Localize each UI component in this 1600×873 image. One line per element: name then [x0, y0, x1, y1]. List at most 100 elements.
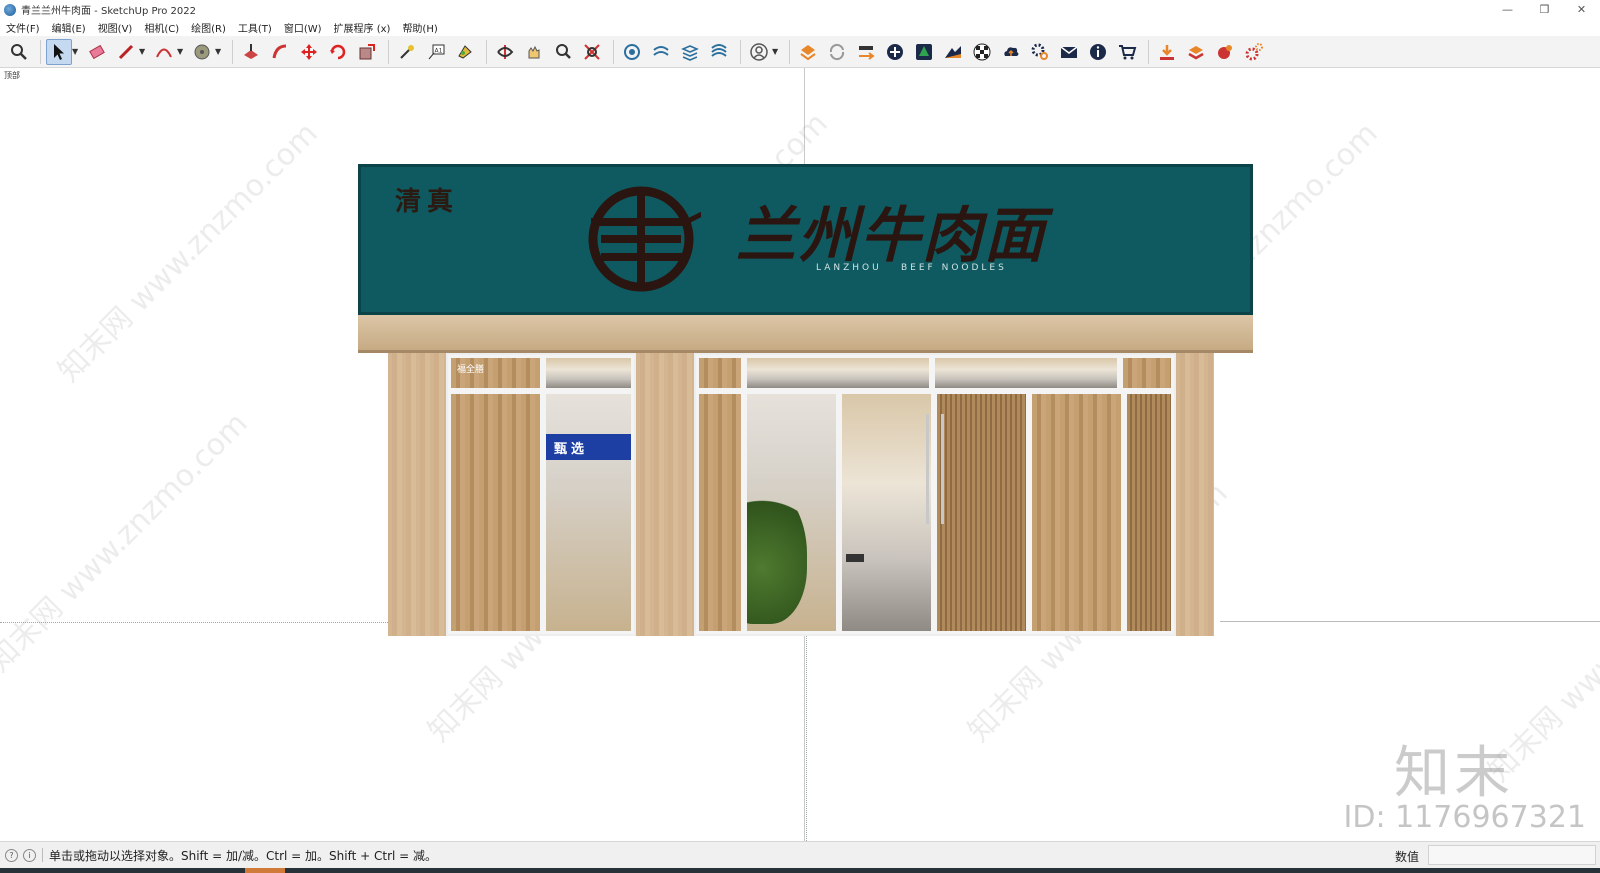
- export-icon[interactable]: [1183, 39, 1209, 65]
- push-pull-icon[interactable]: [238, 39, 264, 65]
- mail-icon[interactable]: [1056, 39, 1082, 65]
- left-glass-window: 福全膳 甄选: [446, 353, 636, 636]
- checker-icon[interactable]: [969, 39, 995, 65]
- info-icon[interactable]: [1085, 39, 1111, 65]
- select-dropdown-icon[interactable]: ▼: [72, 47, 80, 56]
- restore-button[interactable]: ❐: [1526, 0, 1563, 19]
- window-transom: 福全膳: [448, 355, 543, 391]
- zoom-window-icon[interactable]: [579, 39, 605, 65]
- entrance-door-right[interactable]: [934, 391, 1029, 634]
- toolbar-separator: [1148, 39, 1149, 64]
- menu-file[interactable]: 文件(F): [6, 20, 40, 35]
- share-icon[interactable]: [853, 39, 879, 65]
- sketchup-logo-icon: [4, 3, 16, 16]
- menu-extensions[interactable]: 扩展程序 (x): [334, 20, 391, 35]
- door-handle[interactable]: [926, 414, 929, 524]
- pan-icon[interactable]: [521, 39, 547, 65]
- brand-watermark: 知末: [1394, 741, 1514, 806]
- orbit-icon[interactable]: [492, 39, 518, 65]
- arc-dropdown-icon[interactable]: ▼: [177, 47, 185, 56]
- sandbox-icon[interactable]: [619, 39, 645, 65]
- cloud-icon[interactable]: [998, 39, 1024, 65]
- pencil-icon[interactable]: [113, 39, 139, 65]
- watermark-text: 知末网 www.znzmo.com: [0, 405, 255, 679]
- storefront-model[interactable]: 清真 兰州牛肉面 LANZHOU BEEF NOODLES 福全膳 甄选: [358, 164, 1253, 704]
- drape-icon[interactable]: [706, 39, 732, 65]
- zoom-extents-icon[interactable]: [6, 39, 32, 65]
- toolbar-separator: [740, 39, 741, 64]
- tree-icon[interactable]: [911, 39, 937, 65]
- interior-menu-sign: 甄选: [546, 434, 631, 460]
- tape-measure-icon[interactable]: [394, 39, 420, 65]
- select-icon[interactable]: [46, 38, 72, 65]
- door-handle[interactable]: [941, 414, 944, 524]
- measurements-input[interactable]: [1428, 845, 1596, 865]
- watermark-text: 知末网 www.znzmo.com: [51, 115, 325, 389]
- user-icon[interactable]: [746, 39, 772, 65]
- window-pane-lattice: [1124, 391, 1174, 634]
- arc-icon[interactable]: [151, 39, 177, 65]
- menu-window[interactable]: 窗口(W): [284, 20, 322, 35]
- wood-cornice: [358, 315, 1253, 353]
- sketchup-window: 青兰兰州牛肉面 - SketchUp Pro 2022 — ❐ ✕ 文件(F) …: [0, 0, 1600, 873]
- shop-name-en-lanzhou: LANZHOU: [816, 263, 882, 273]
- taskbar-active-app[interactable]: [245, 868, 285, 873]
- smoove-icon[interactable]: [648, 39, 674, 65]
- menu-help[interactable]: 帮助(H): [402, 20, 437, 35]
- main-toolbar: ▼ ▼ ▼ ▼ A1 ▼: [0, 36, 1600, 68]
- halal-sign-text: 清真: [395, 187, 460, 217]
- eraser-icon[interactable]: [84, 39, 110, 65]
- window-transom: [932, 355, 1120, 391]
- toolbar-separator: [789, 39, 790, 64]
- stamp-icon[interactable]: [677, 39, 703, 65]
- settings-icon[interactable]: [1027, 39, 1053, 65]
- warehouse-icon[interactable]: [795, 39, 821, 65]
- move-icon[interactable]: [296, 39, 322, 65]
- geolocation-icon[interactable]: ?: [5, 848, 18, 862]
- text-icon[interactable]: A1: [423, 39, 449, 65]
- refresh-icon[interactable]: [824, 39, 850, 65]
- window-title: 青兰兰州牛肉面 - SketchUp Pro 2022: [21, 6, 196, 17]
- scene-label: 顶部: [4, 71, 20, 80]
- window-pane-wood-screen: [1029, 391, 1124, 634]
- render-icon[interactable]: [1212, 39, 1238, 65]
- minimize-button[interactable]: —: [1489, 0, 1526, 19]
- window-pane-counter: [744, 391, 839, 634]
- menu-view[interactable]: 视图(V): [98, 20, 133, 35]
- paint-dropdown-icon[interactable]: ▼: [215, 47, 223, 56]
- entrance-door-left[interactable]: [839, 391, 934, 634]
- title-bar: 青兰兰州牛肉面 - SketchUp Pro 2022 — ❐ ✕: [0, 0, 1600, 19]
- add-icon[interactable]: [882, 39, 908, 65]
- toolbar-separator: [613, 39, 614, 64]
- status-bar: ? i 单击或拖动以选择对象。Shift = 加/减。Ctrl = 加。Shif…: [0, 841, 1600, 868]
- model-id-watermark: ID: 1176967321: [1343, 800, 1586, 835]
- follow-me-icon[interactable]: [267, 39, 293, 65]
- menu-camera[interactable]: 相机(C): [144, 20, 179, 35]
- door-plaque: [846, 554, 864, 562]
- cart-icon[interactable]: [1114, 39, 1140, 65]
- menu-tools[interactable]: 工具(T): [238, 20, 272, 35]
- gear-plugin-icon[interactable]: [1241, 39, 1267, 65]
- window-transom: [744, 355, 932, 391]
- user-dropdown-icon[interactable]: ▼: [772, 47, 780, 56]
- zoom-icon[interactable]: [550, 39, 576, 65]
- paint-icon[interactable]: [452, 39, 478, 65]
- window-transom: [543, 355, 634, 391]
- close-button[interactable]: ✕: [1563, 0, 1600, 19]
- shop-name-text: 兰州牛肉面: [736, 201, 1046, 271]
- import-icon[interactable]: [1154, 39, 1180, 65]
- menu-draw[interactable]: 绘图(R): [191, 20, 226, 35]
- window-controls: — ❐ ✕: [1489, 0, 1600, 19]
- window-pane-wood-wall: [696, 391, 744, 634]
- pencil-dropdown-icon[interactable]: ▼: [139, 47, 147, 56]
- model-viewport[interactable]: 顶部 知末网 www.znzmo.com 知末网 www.znzmo.com 知…: [0, 68, 1600, 841]
- scale-icon[interactable]: [354, 39, 380, 65]
- svg-text:A1: A1: [435, 47, 443, 54]
- rotate-icon[interactable]: [325, 39, 351, 65]
- credits-icon[interactable]: i: [23, 848, 36, 862]
- menu-edit[interactable]: 编辑(E): [52, 20, 86, 35]
- toolbar-separator: [388, 39, 389, 64]
- terrain-icon[interactable]: [940, 39, 966, 65]
- paint-bucket-icon[interactable]: [189, 39, 215, 65]
- center-wood-pillar: [636, 353, 694, 636]
